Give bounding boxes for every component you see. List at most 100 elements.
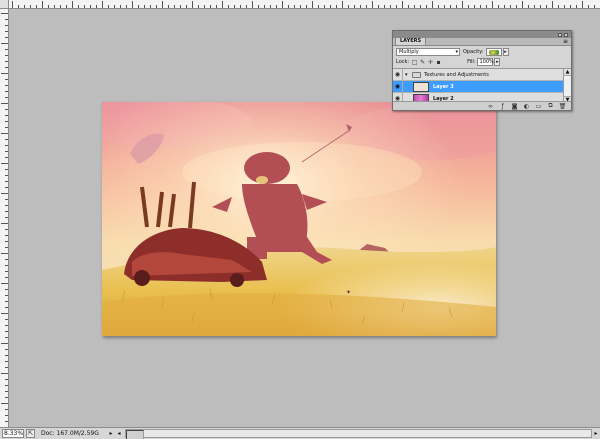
- collapse-icon[interactable]: [558, 32, 562, 37]
- ruler-tick: [5, 349, 8, 350]
- fill-label: Fill:: [467, 59, 476, 65]
- new-layer-icon[interactable]: ⧉: [546, 102, 555, 110]
- lock-position-icon[interactable]: ✛: [427, 59, 434, 66]
- ruler-tick: [5, 79, 8, 80]
- document-size-info[interactable]: Doc: 167.0M/2.59G: [41, 430, 107, 437]
- ruler-tick: [144, 5, 145, 8]
- ruler-tick: [192, 1, 193, 8]
- ruler-tick: [5, 259, 8, 260]
- ruler-tick: [234, 5, 235, 8]
- scroll-left-icon[interactable]: ◂: [115, 429, 123, 438]
- ruler-tick: [5, 181, 8, 182]
- ruler-tick: [294, 5, 295, 8]
- vertical-ruler[interactable]: [0, 9, 9, 427]
- ruler-tick: [312, 1, 313, 8]
- ruler-tick: [5, 229, 8, 230]
- eye-icon[interactable]: ◉: [393, 69, 403, 81]
- ruler-tick: [5, 337, 8, 338]
- scroll-up-icon[interactable]: ▲: [564, 69, 571, 76]
- ruler-tick: [354, 5, 355, 8]
- ruler-tick: [528, 5, 529, 8]
- adjustment-layer-icon[interactable]: ◐: [522, 103, 531, 110]
- ruler-tick: [5, 19, 8, 20]
- ruler-tick: [588, 5, 589, 8]
- fx-icon[interactable]: ƒ: [498, 103, 507, 110]
- layer-mask-icon[interactable]: ◙: [510, 103, 519, 110]
- ruler-tick: [516, 5, 517, 8]
- layers-panel[interactable]: LAYERS ≡ Multiply ▾ Opacity: ▸ Lock: □ ✎…: [392, 30, 572, 111]
- eye-icon[interactable]: ◉: [393, 80, 403, 93]
- ruler-tick: [90, 5, 91, 8]
- tab-layers[interactable]: LAYERS: [395, 37, 427, 45]
- ruler-tick: [510, 5, 511, 8]
- opacity-slider-button[interactable]: ▸: [502, 47, 509, 56]
- ruler-tick: [5, 421, 8, 422]
- ruler-tick: [162, 1, 163, 8]
- ruler-tick: [5, 355, 8, 356]
- ruler-tick: [5, 169, 8, 170]
- ruler-tick: [5, 307, 8, 308]
- layer-list[interactable]: ◉ ▾ Textures and Adjustments ◉ Layer 3 ◉…: [393, 68, 565, 103]
- ruler-tick: [5, 235, 8, 236]
- ruler-tick: [1, 343, 8, 344]
- layer-group-row[interactable]: ◉ ▾ Textures and Adjustments: [393, 69, 565, 81]
- ruler-tick: [486, 5, 487, 8]
- ruler-tick: [564, 5, 565, 8]
- ruler-tick: [5, 397, 8, 398]
- fill-slider-button[interactable]: ▸: [494, 58, 501, 66]
- ruler-tick: [5, 211, 8, 212]
- fill-field[interactable]: 100%: [477, 58, 494, 66]
- ruler-tick: [246, 5, 247, 8]
- lock-transparency-icon[interactable]: □: [411, 59, 418, 66]
- ruler-tick: [420, 5, 421, 8]
- ruler-tick: [402, 1, 403, 8]
- ruler-tick: [5, 241, 8, 242]
- ruler-tick: [150, 5, 151, 8]
- scroll-right-icon[interactable]: ▸: [592, 429, 600, 438]
- ruler-tick: [492, 1, 493, 8]
- ruler-tick: [5, 217, 8, 218]
- opacity-field[interactable]: [485, 47, 502, 56]
- close-icon[interactable]: [564, 32, 568, 37]
- panel-tab-bar: LAYERS ≡: [393, 37, 571, 46]
- ruler-tick: [132, 1, 133, 8]
- layer-name: Textures and Adjustments: [424, 71, 489, 78]
- horizontal-scrollbar[interactable]: [125, 429, 592, 439]
- status-menu-arrow-icon[interactable]: ▸: [107, 429, 115, 438]
- ruler-origin[interactable]: [0, 0, 9, 9]
- layer-row-layer-3[interactable]: ◉ Layer 3: [393, 80, 565, 93]
- export-icon[interactable]: ⇱: [26, 429, 35, 438]
- horizontal-ruler[interactable]: [0, 0, 600, 9]
- opacity-label: Opacity:: [463, 48, 484, 55]
- ruler-tick: [390, 5, 391, 8]
- scrollbar-thumb[interactable]: [126, 430, 144, 439]
- delete-layer-icon[interactable]: 🗑: [558, 103, 567, 110]
- document-canvas[interactable]: ✦: [102, 102, 496, 336]
- ruler-tick: [276, 5, 277, 8]
- layer-list-scrollbar[interactable]: ▲ ▼: [563, 68, 571, 103]
- ruler-tick: [5, 115, 8, 116]
- zoom-level-field[interactable]: 8.33%: [2, 429, 24, 438]
- panel-footer: ∞ ƒ ◙ ◐ ▭ ⧉ 🗑: [393, 101, 571, 110]
- layer-name: Layer 3: [433, 83, 454, 90]
- link-layers-icon[interactable]: ∞: [486, 103, 495, 110]
- ruler-tick: [552, 1, 553, 8]
- lock-row: Lock: □ ✎ ✛ ▪ Fill: 100% ▸: [393, 57, 571, 67]
- lock-all-icon[interactable]: ▪: [435, 59, 442, 66]
- disclosure-triangle-icon[interactable]: ▾: [405, 72, 411, 78]
- lock-pixels-icon[interactable]: ✎: [419, 59, 426, 66]
- new-group-icon[interactable]: ▭: [534, 103, 543, 110]
- ruler-tick: [5, 379, 8, 380]
- ruler-tick: [324, 5, 325, 8]
- folder-icon: [412, 71, 421, 78]
- ruler-tick: [1, 313, 8, 314]
- ruler-tick: [54, 5, 55, 8]
- blend-mode-select[interactable]: Multiply ▾: [396, 47, 460, 56]
- panel-menu-icon[interactable]: ≡: [563, 39, 568, 45]
- ruler-tick: [1, 253, 8, 254]
- layer-thumbnail: [413, 81, 429, 92]
- ruler-tick: [540, 5, 541, 8]
- ruler-tick: [5, 367, 8, 368]
- blend-row: Multiply ▾ Opacity: ▸: [393, 46, 571, 57]
- ruler-tick: [5, 205, 8, 206]
